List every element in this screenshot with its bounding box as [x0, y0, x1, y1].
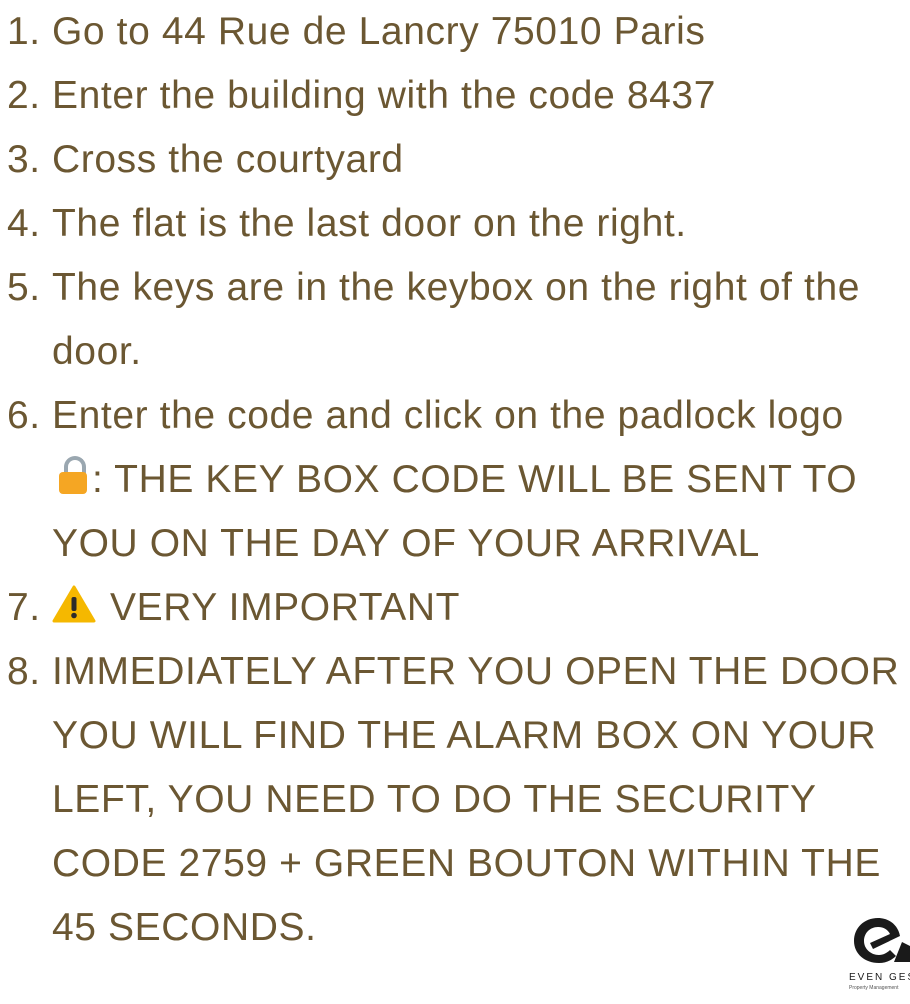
step-8: 8. IMMEDIATELY AFTER YOU OPEN THE DOOR Y… [0, 640, 910, 960]
step-4: 4. The flat is the last door on the righ… [0, 192, 910, 256]
step-number: 8. [7, 650, 41, 693]
instructions-list: 1. Go to 44 Rue de Lancry 75010 Paris 2.… [0, 0, 910, 960]
logo-mark-icon [854, 918, 910, 963]
step-1: 1. Go to 44 Rue de Lancry 75010 Paris [0, 0, 910, 64]
step-6: 6. Enter the code and click on the padlo… [0, 384, 910, 576]
step-text: The flat is the last door on the right. [52, 202, 687, 245]
step-2: 2. Enter the building with the code 8437 [0, 64, 910, 128]
step-number: 2. [7, 74, 41, 117]
step-text-continued: : THE KEY BOX CODE WILL BE SENT TO YOU O… [52, 458, 858, 565]
step-number: 1. [7, 10, 41, 53]
logo-name: EVEN GEST [849, 972, 910, 983]
step-text: Cross the courtyard [52, 138, 404, 181]
step-text: Go to 44 Rue de Lancry 75010 Paris [52, 10, 706, 53]
step-text: Enter the building with the code 8437 [52, 74, 716, 117]
step-text: IMMEDIATELY AFTER YOU OPEN THE DOOR YOU … [52, 650, 900, 949]
step-number: 4. [7, 202, 41, 245]
step-5: 5. The keys are in the keybox on the rig… [0, 256, 910, 384]
step-text: The keys are in the keybox on the right … [52, 266, 861, 373]
even-gest-logo: EVEN GEST Property Management [846, 912, 910, 1004]
step-text: Enter the code and click on the padlock … [52, 394, 844, 437]
step-text: VERY IMPORTANT [110, 586, 461, 629]
step-number: 5. [7, 266, 41, 309]
step-number: 6. [7, 394, 41, 437]
step-number: 3. [7, 138, 41, 181]
step-number: 7. [7, 586, 41, 629]
warning-icon [52, 584, 96, 624]
step-7: 7. VERY IMPORTANT [0, 576, 910, 640]
logo-tagline: Property Management [849, 985, 899, 991]
step-3: 3. Cross the courtyard [0, 128, 910, 192]
padlock-icon [56, 456, 90, 496]
